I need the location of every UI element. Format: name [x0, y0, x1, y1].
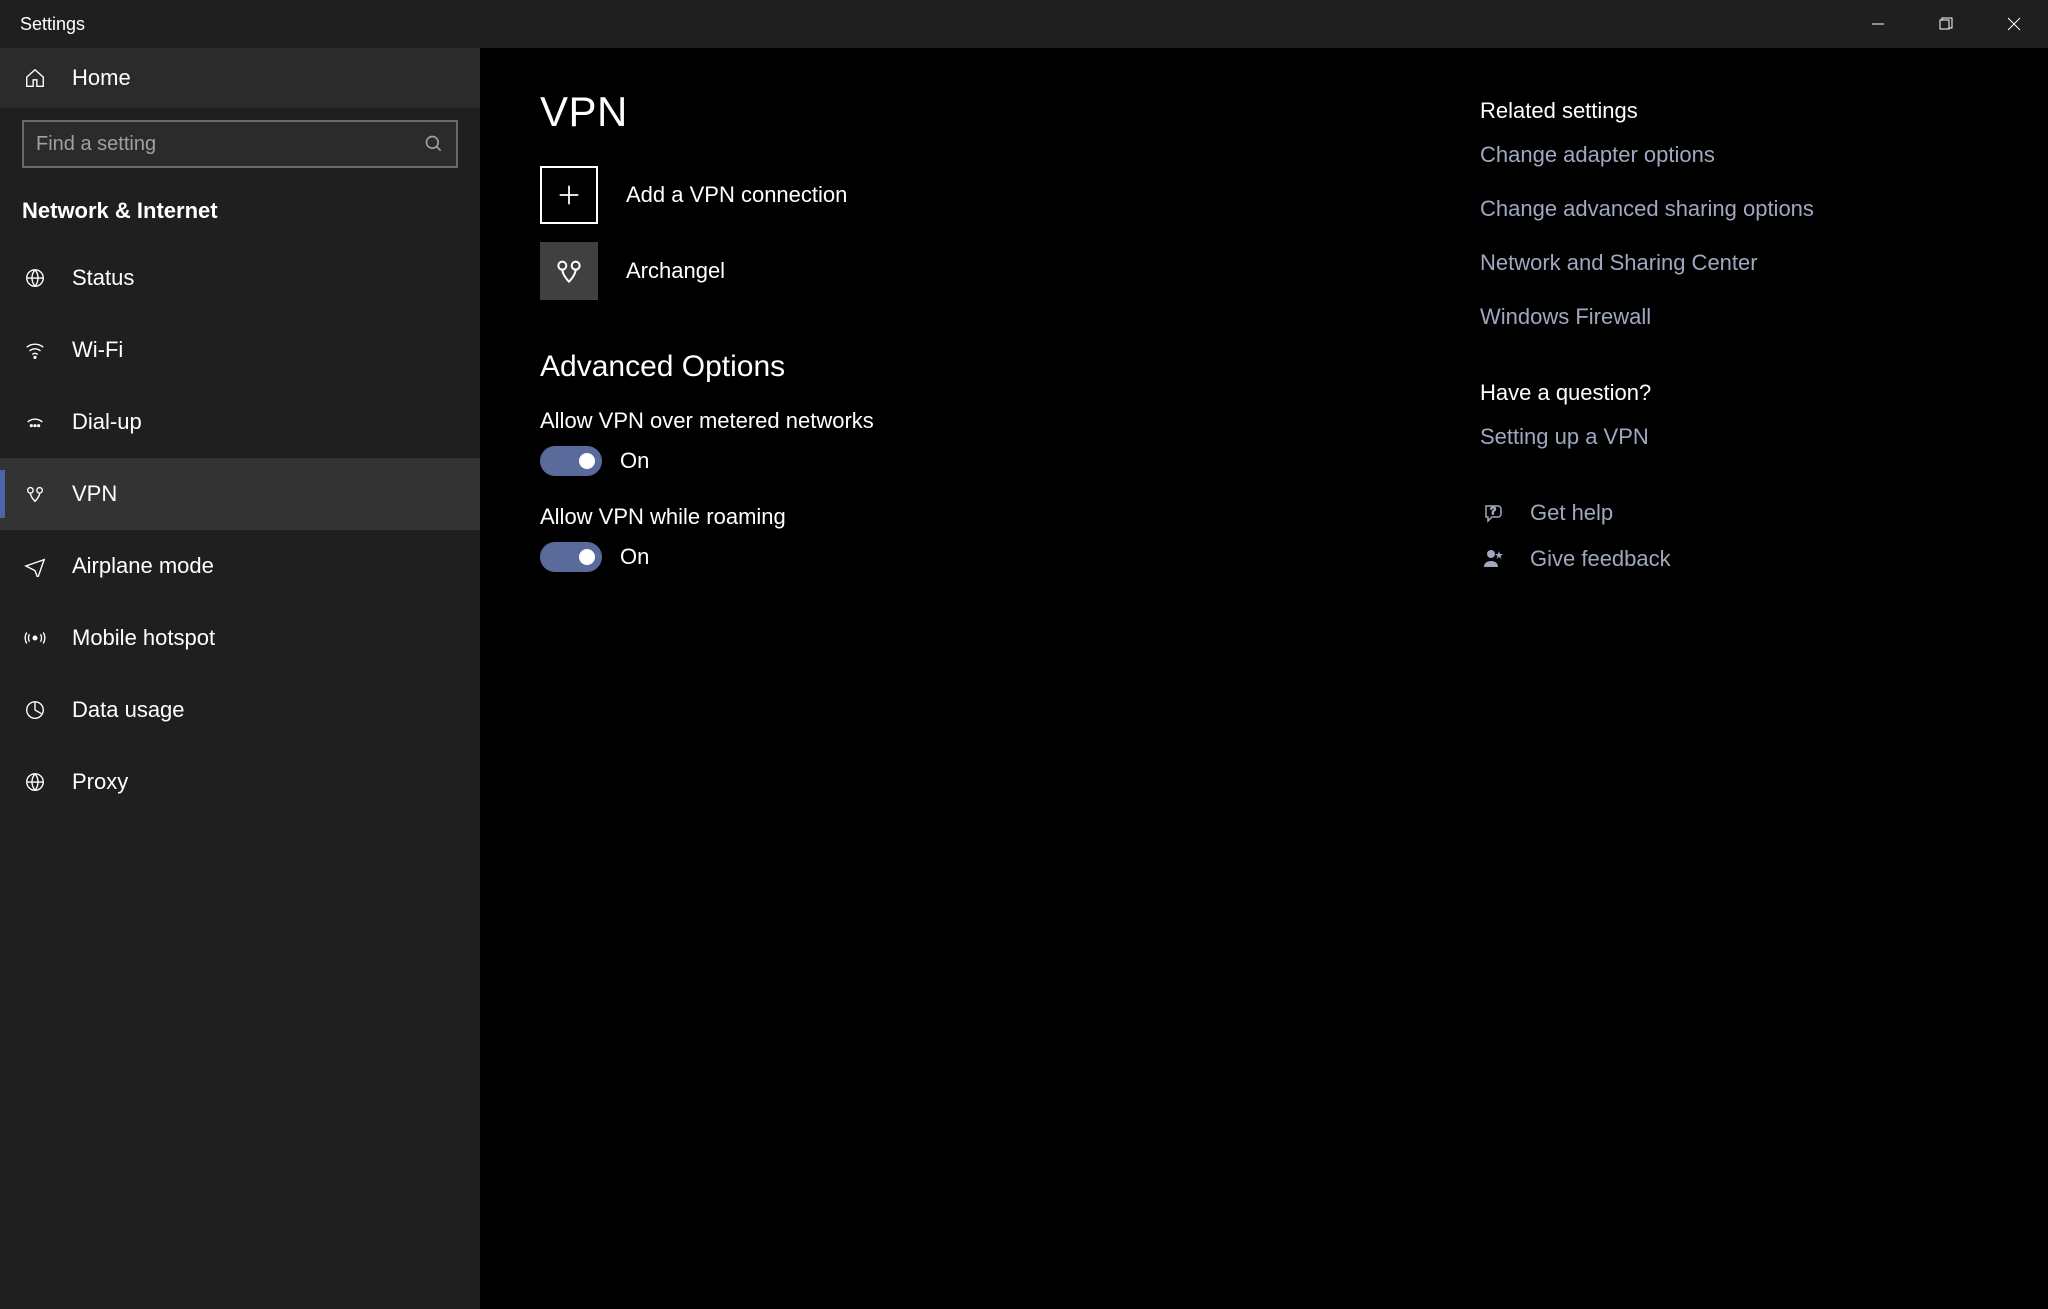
link-setting-up-vpn[interactable]: Setting up a VPN: [1480, 424, 1840, 450]
give-feedback-link[interactable]: Give feedback: [1480, 546, 1840, 572]
add-vpn-tile: [540, 166, 598, 224]
proxy-icon: [22, 771, 48, 793]
home-icon: [22, 67, 48, 89]
sidebar-item-dialup[interactable]: Dial-up: [0, 386, 480, 458]
related-settings-heading: Related settings: [1480, 98, 1840, 124]
link-network-sharing-center[interactable]: Network and Sharing Center: [1480, 250, 1840, 276]
get-help-icon: ?: [1480, 501, 1508, 525]
sidebar-item-label: Mobile hotspot: [72, 625, 215, 651]
maximize-button[interactable]: [1912, 0, 1980, 48]
minimize-button[interactable]: [1844, 0, 1912, 48]
vpn-connection-tile: [540, 242, 598, 300]
sidebar-item-label: VPN: [72, 481, 117, 507]
vpn-connection-icon: [553, 255, 585, 287]
vpn-connection-name: Archangel: [626, 258, 725, 284]
titlebar: Settings: [0, 0, 2048, 48]
window-controls: [1844, 0, 2048, 48]
svg-text:?: ?: [1490, 506, 1496, 517]
sidebar-item-label: Wi-Fi: [72, 337, 123, 363]
advanced-options-heading: Advanced Options: [540, 350, 1440, 384]
status-icon: [22, 267, 48, 289]
maximize-icon: [1939, 17, 1953, 31]
dialup-icon: [22, 411, 48, 433]
search-box[interactable]: [22, 120, 458, 168]
get-help-label: Get help: [1530, 500, 1613, 526]
toggle-metered-state: On: [620, 448, 649, 474]
sidebar-item-datausage[interactable]: Data usage: [0, 674, 480, 746]
sidebar-item-label: Proxy: [72, 769, 128, 795]
right-pane: Related settings Change adapter options …: [1440, 88, 1840, 1269]
sidebar-item-hotspot[interactable]: Mobile hotspot: [0, 602, 480, 674]
search-input[interactable]: [36, 133, 424, 156]
toggle-roaming-state: On: [620, 544, 649, 570]
vpn-icon: [22, 483, 48, 505]
sidebar-item-label: Data usage: [72, 697, 185, 723]
give-feedback-label: Give feedback: [1530, 546, 1671, 572]
main-content: VPN Add a VPN connection Archangel Advan…: [480, 48, 2048, 1309]
airplane-icon: [22, 555, 48, 577]
sidebar-item-label: Status: [72, 265, 134, 291]
sidebar-category: Network & Internet: [0, 186, 480, 242]
feedback-icon: [1480, 547, 1508, 571]
option-label-roaming: Allow VPN while roaming: [540, 504, 1440, 530]
window-title: Settings: [0, 14, 85, 35]
close-button[interactable]: [1980, 0, 2048, 48]
sidebar-item-wifi[interactable]: Wi-Fi: [0, 314, 480, 386]
sidebar-item-label: Airplane mode: [72, 553, 214, 579]
add-vpn-label: Add a VPN connection: [626, 182, 847, 208]
sidebar: Home Network & Internet Status Wi-Fi Dia…: [0, 48, 480, 1309]
page-title: VPN: [540, 88, 1440, 136]
link-advanced-sharing[interactable]: Change advanced sharing options: [1480, 196, 1840, 222]
minimize-icon: [1871, 17, 1885, 31]
add-vpn-button[interactable]: Add a VPN connection: [540, 166, 1440, 224]
sidebar-item-proxy[interactable]: Proxy: [0, 746, 480, 818]
sidebar-item-label: Dial-up: [72, 409, 142, 435]
sidebar-item-vpn[interactable]: VPN: [0, 458, 480, 530]
option-label-metered: Allow VPN over metered networks: [540, 408, 1440, 434]
toggle-metered[interactable]: [540, 446, 602, 476]
close-icon: [2007, 17, 2021, 31]
hotspot-icon: [22, 627, 48, 649]
link-windows-firewall[interactable]: Windows Firewall: [1480, 304, 1840, 330]
plus-icon: [555, 181, 583, 209]
get-help-link[interactable]: ? Get help: [1480, 500, 1840, 526]
sidebar-home-label: Home: [72, 65, 131, 91]
wifi-icon: [22, 339, 48, 361]
vpn-connection-item[interactable]: Archangel: [540, 242, 1440, 300]
search-icon: [424, 134, 444, 154]
link-adapter-options[interactable]: Change adapter options: [1480, 142, 1840, 168]
have-question-heading: Have a question?: [1480, 380, 1840, 406]
sidebar-home[interactable]: Home: [0, 48, 480, 108]
data-usage-icon: [22, 699, 48, 721]
sidebar-item-status[interactable]: Status: [0, 242, 480, 314]
toggle-roaming[interactable]: [540, 542, 602, 572]
sidebar-item-airplane[interactable]: Airplane mode: [0, 530, 480, 602]
